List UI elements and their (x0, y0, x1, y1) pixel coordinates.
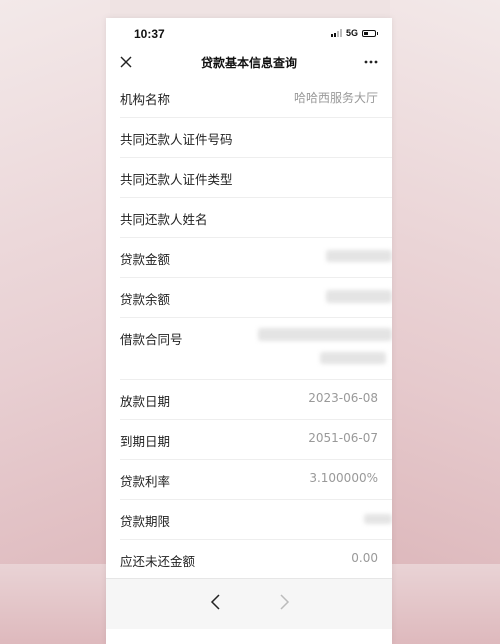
row-label: 共同还款人姓名 (120, 212, 208, 227)
row-value: 哈哈西服务大厅 (293, 91, 378, 105)
redacted-value (258, 328, 392, 341)
battery-icon (362, 29, 378, 37)
row-label: 贷款利率 (120, 474, 171, 489)
row-co-borrower-name: 共同还款人姓名 (120, 198, 392, 238)
row-label: 贷款金额 (120, 252, 171, 267)
redacted-value (326, 290, 392, 303)
row-maturity-date: 到期日期 2051-06-07 (120, 420, 392, 460)
page-title: 贷款基本信息查询 (200, 56, 297, 70)
redacted-value (326, 250, 392, 262)
row-loan-balance: 贷款余额 (120, 278, 392, 318)
row-loan-amount: 贷款金额 (120, 238, 392, 278)
row-outstanding-amount: 应还未还金额 0.00 (120, 540, 392, 580)
row-contract-number: 借款合同号 (120, 318, 392, 380)
row-co-borrower-id-number: 共同还款人证件号码 (120, 118, 392, 158)
row-value: 2051-06-07 (308, 431, 378, 445)
row-co-borrower-id-type: 共同还款人证件类型 (120, 158, 392, 198)
row-label: 贷款余额 (120, 292, 171, 307)
row-label: 放款日期 (120, 394, 171, 409)
redacted-value (320, 352, 386, 364)
row-loan-term: 贷款期限 (120, 500, 392, 540)
browser-toolbar (106, 578, 392, 629)
row-label: 共同还款人证件类型 (120, 172, 233, 187)
row-value: 3.100000% (309, 471, 378, 485)
row-value: 2023-06-08 (308, 391, 378, 405)
network-label: 5G (345, 28, 358, 38)
chevron-left-icon[interactable] (208, 593, 224, 611)
more-dots-icon[interactable] (362, 54, 380, 70)
chevron-right-icon[interactable] (276, 593, 292, 611)
row-label: 机构名称 (120, 92, 171, 107)
status-bar: 10:37 5G (106, 18, 392, 48)
signal-icon (330, 29, 342, 37)
row-interest-rate: 贷款利率 3.100000% (120, 460, 392, 500)
background-left-panel (0, 0, 110, 644)
row-value: 0.00 (351, 551, 378, 565)
row-disbursement-date: 放款日期 2023-06-08 (120, 380, 392, 420)
phone-screen: 10:37 5G 贷款基本信息查询 机构名称 哈哈西服务大厅 共同还款人证件号码 (106, 18, 392, 644)
nav-bar: 贷款基本信息查询 (106, 48, 392, 78)
redacted-value (364, 514, 392, 524)
row-institution-name: 机构名称 哈哈西服务大厅 (120, 78, 392, 118)
status-time: 10:37 (134, 27, 165, 41)
row-label: 到期日期 (120, 434, 171, 449)
row-label: 贷款期限 (120, 514, 171, 529)
row-label: 借款合同号 (120, 332, 183, 347)
loan-info-list: 机构名称 哈哈西服务大厅 共同还款人证件号码 共同还款人证件类型 共同还款人姓名… (106, 78, 392, 580)
background-right-panel (390, 0, 500, 644)
row-label: 共同还款人证件号码 (120, 132, 233, 147)
row-label: 应还未还金额 (120, 554, 196, 569)
status-indicators: 5G (330, 28, 378, 38)
